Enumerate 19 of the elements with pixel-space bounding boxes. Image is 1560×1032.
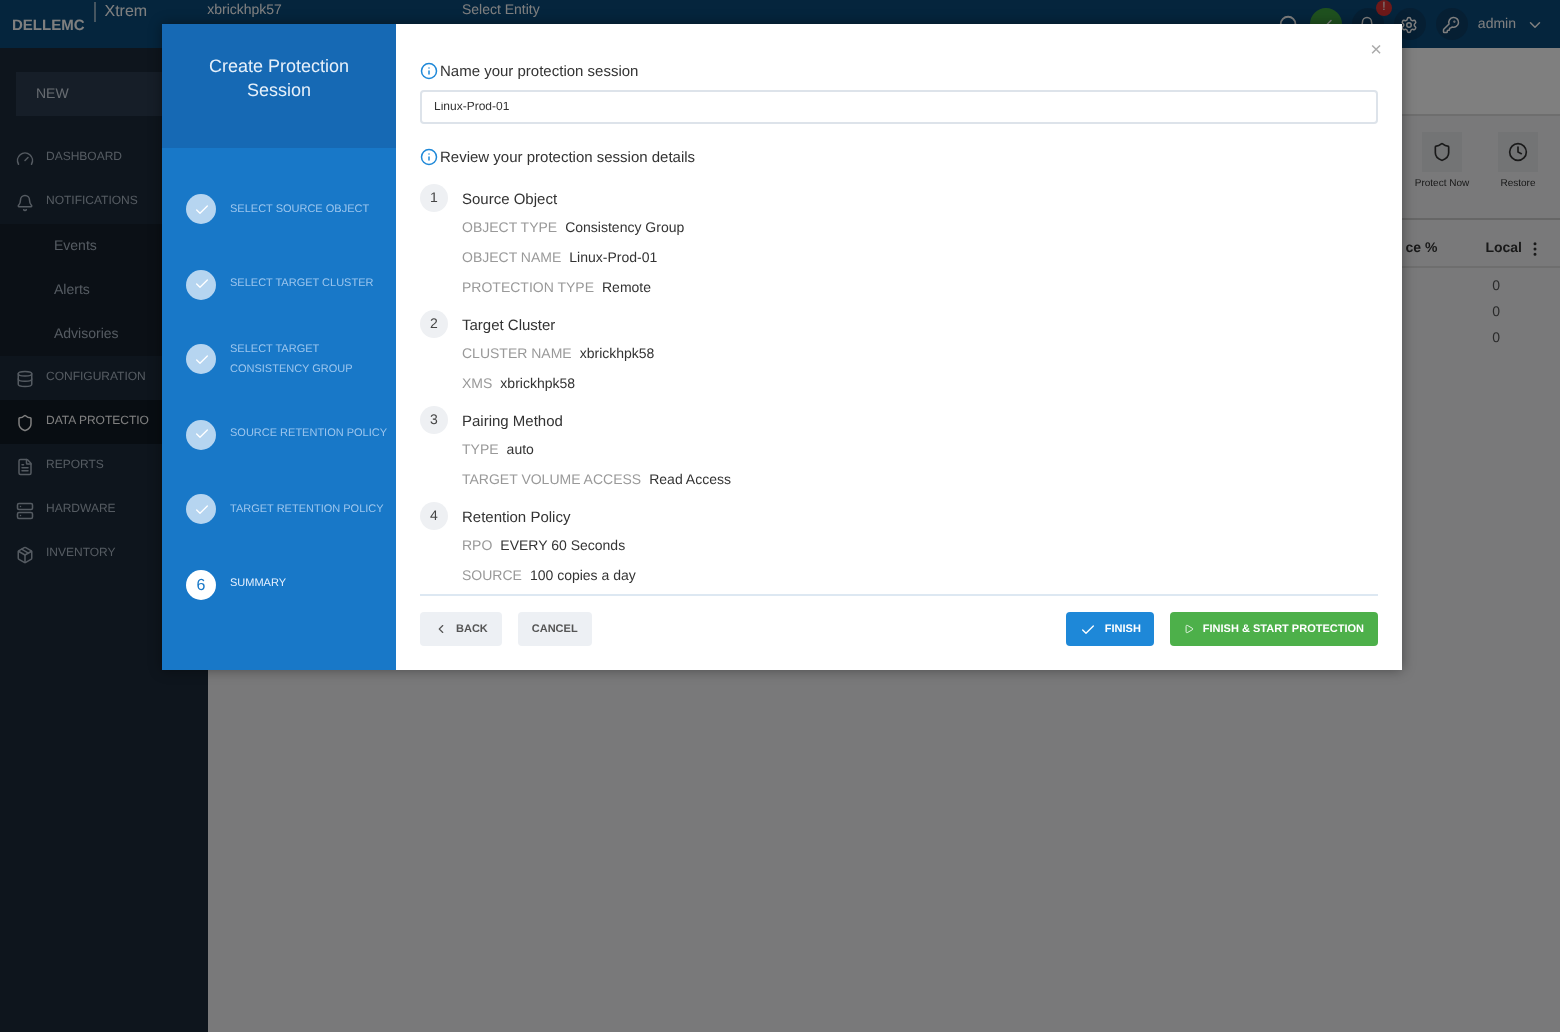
key-icon[interactable] — [1435, 8, 1468, 40]
check-icon — [1080, 621, 1097, 637]
chevron-left-icon — [434, 622, 448, 636]
clock-icon — [1508, 142, 1528, 162]
bell-icon — [16, 193, 34, 211]
product-name: Xtrem — [94, 2, 148, 22]
step-number: 6 — [186, 569, 216, 600]
shield-icon — [16, 413, 34, 431]
dialog-title: Create Protection Session — [162, 24, 396, 148]
gauge-icon — [16, 149, 34, 167]
info-icon — [420, 148, 438, 166]
info-icon — [420, 62, 438, 80]
box-icon — [16, 545, 34, 563]
server-icon — [16, 501, 34, 519]
document-icon — [16, 457, 34, 475]
database-icon — [16, 369, 34, 387]
play-icon — [1184, 624, 1195, 634]
close-button[interactable]: × — [1370, 40, 1382, 62]
shield-icon — [1432, 142, 1452, 162]
